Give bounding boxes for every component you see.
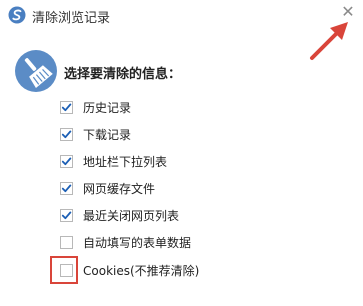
option-label: 历史记录 xyxy=(83,100,132,115)
address-bar-checkbox[interactable] xyxy=(60,154,73,168)
option-autofill-form-data[interactable]: 自动填写的表单数据 xyxy=(60,233,191,251)
broom-clean-icon xyxy=(15,50,57,92)
browser-app-icon xyxy=(8,6,26,24)
option-label: Cookies(不推荐清除) xyxy=(83,263,200,278)
checkmark-icon xyxy=(61,130,72,138)
clear-browsing-data-dialog: 清除浏览记录 ✕ 选择要清除的信息： 历史记录 下载记录 地址栏下拉列表 网页缓… xyxy=(0,0,363,306)
downloads-checkbox[interactable] xyxy=(60,127,73,141)
autofill-checkbox[interactable] xyxy=(60,235,73,249)
option-cookies[interactable]: Cookies(不推荐清除) xyxy=(60,261,199,279)
checkmark-icon xyxy=(61,103,72,111)
red-arrow-icon xyxy=(310,22,348,60)
history-checkbox[interactable] xyxy=(60,100,73,114)
checkmark-icon xyxy=(61,211,72,219)
option-label: 地址栏下拉列表 xyxy=(83,154,168,169)
web-cache-checkbox[interactable] xyxy=(60,181,73,195)
option-recently-closed[interactable]: 最近关闭网页列表 xyxy=(60,206,179,224)
option-label: 自动填写的表单数据 xyxy=(83,235,192,250)
section-heading: 选择要清除的信息： xyxy=(64,67,182,82)
option-web-cache[interactable]: 网页缓存文件 xyxy=(60,179,155,197)
option-label: 下载记录 xyxy=(83,127,132,142)
option-label: 最近关闭网页列表 xyxy=(83,208,180,223)
option-label: 网页缓存文件 xyxy=(83,181,156,196)
checkmark-icon xyxy=(61,157,72,165)
window-title: 清除浏览记录 xyxy=(32,11,111,26)
option-downloads[interactable]: 下载记录 xyxy=(60,125,131,143)
option-history[interactable]: 历史记录 xyxy=(60,98,131,116)
option-address-bar-dropdown[interactable]: 地址栏下拉列表 xyxy=(60,152,167,170)
recently-closed-checkbox[interactable] xyxy=(60,208,73,222)
checkmark-icon xyxy=(61,184,72,192)
cookies-highlight-box xyxy=(50,256,78,284)
